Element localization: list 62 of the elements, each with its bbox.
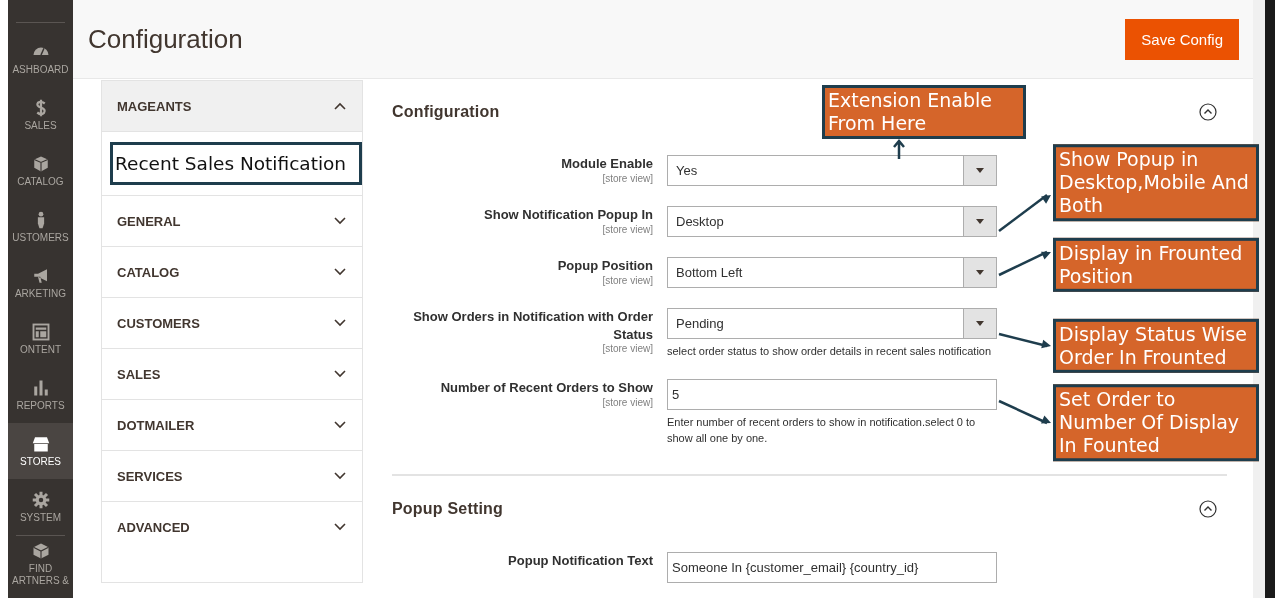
collapse-toggle-icon[interactable] — [1199, 500, 1217, 519]
blocks-icon — [31, 542, 50, 560]
gear-icon — [31, 490, 50, 509]
person-icon — [36, 210, 45, 229]
dropdown-arrow-icon — [976, 321, 984, 326]
field-label: Popup Position — [556, 257, 653, 275]
chevron-down-icon — [334, 523, 346, 531]
select-field[interactable]: Pending — [667, 308, 997, 339]
box-icon — [31, 154, 50, 173]
bar-chart-icon — [31, 378, 50, 397]
scope-label: [store view] — [601, 274, 653, 286]
nav-item[interactable]: USTOMERS — [8, 199, 73, 255]
field-note: select order status to show order details in recent sales notification — [667, 344, 993, 359]
nav-item[interactable]: ARKETING — [8, 255, 73, 311]
arrow-icon — [892, 139, 906, 159]
scope-label: [store view] — [601, 396, 653, 408]
chevron-down-icon — [334, 370, 346, 378]
field-label: Popup Notification Text — [507, 552, 653, 570]
shop-icon — [31, 434, 50, 453]
nav-item[interactable]: CATALOG — [8, 143, 73, 199]
section-title: Configuration — [392, 103, 500, 121]
nav-item[interactable]: STORES — [8, 423, 73, 479]
text-field[interactable]: 5 — [667, 379, 997, 411]
select-field[interactable]: Yes — [667, 155, 997, 186]
collapse-toggle-icon[interactable] — [1199, 103, 1217, 121]
scope-label: [store view] — [601, 223, 653, 235]
select-field[interactable]: Bottom Left — [667, 257, 997, 288]
field-label: Show Orders in Notification with Order Status — [412, 308, 653, 344]
chevron-down-icon — [334, 472, 346, 480]
dropdown-arrow-icon — [976, 168, 984, 173]
nav-item[interactable]: SALES — [8, 87, 73, 143]
chevron-down-icon — [334, 217, 346, 225]
annotation-callout: Display in Frounted Position — [1053, 237, 1259, 292]
config-tab-item[interactable]: Recent Sales Notification — [110, 142, 362, 185]
field-note: Enter number of recent orders to show in notification.select 0 to show all one by one. — [667, 415, 977, 446]
save-config-button[interactable]: Save Config — [1125, 18, 1239, 60]
chevron-down-icon — [334, 268, 346, 276]
chevron-down-icon — [334, 319, 346, 327]
page-title: Configuration — [88, 23, 243, 55]
scope-label: [store view] — [601, 172, 653, 184]
field-label: Show Notification Popup In — [483, 206, 653, 224]
annotation-callout: Set Order to Number Of Display In Founted — [1053, 384, 1259, 462]
nav-item[interactable]: ASHBOARD — [8, 31, 73, 87]
chevron-up-icon — [334, 102, 346, 110]
annotation-callout: Extension Enable From Here — [822, 85, 1026, 140]
nav-item[interactable]: SYSTEM — [8, 479, 73, 535]
text-field[interactable]: Someone In {customer_email} {country_id} — [667, 552, 997, 584]
field-label: Module Enable — [560, 155, 653, 173]
config-tab-group[interactable]: MAGEANTS — [102, 80, 362, 131]
dropdown-arrow-icon — [976, 270, 984, 275]
section-title: Popup Setting — [392, 500, 504, 519]
dropdown-arrow-icon — [976, 219, 984, 224]
nav-item[interactable]: ONTENT — [8, 311, 73, 367]
nav-item[interactable]: REPORTS — [8, 367, 73, 423]
annotation-callout: Show Popup in Desktop,Mobile And Both — [1053, 143, 1259, 222]
scope-label: [store view] — [601, 343, 653, 355]
field-label: Number of Recent Orders to Show — [439, 379, 653, 397]
layout-icon — [31, 322, 50, 341]
select-field[interactable]: Desktop — [667, 206, 997, 237]
nav-item[interactable]: FIND ARTNERS & — [8, 536, 73, 586]
chevron-down-icon — [334, 421, 346, 429]
annotation-callout: Display Status Wise Order In Frounted — [1053, 318, 1259, 373]
